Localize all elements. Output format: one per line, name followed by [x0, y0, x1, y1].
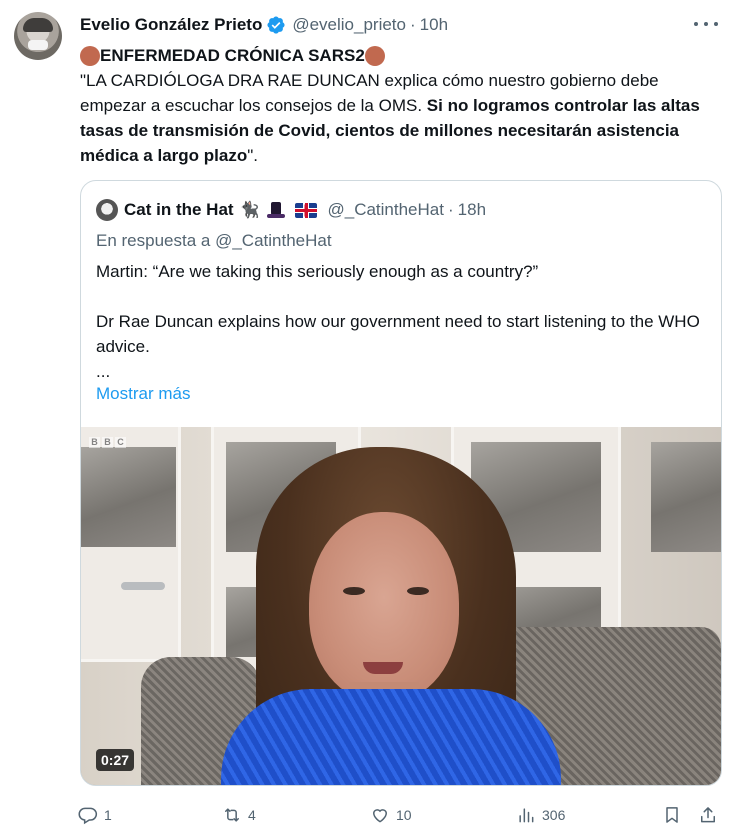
- video-person-mouth: [363, 662, 403, 674]
- video-person-eye: [407, 587, 429, 595]
- heart-icon: [372, 809, 388, 823]
- reply-context[interactable]: En respuesta a @_CatintheHat: [96, 231, 332, 251]
- author-handle[interactable]: @evelio_prieto: [292, 15, 406, 35]
- quoted-tweet[interactable]: Cat in the Hat 🐈‍⬛ @_CatintheHat · 18h E…: [80, 180, 722, 786]
- reply-button[interactable]: 1: [78, 802, 112, 828]
- tweet-header: Evelio González Prieto @evelio_prieto · …: [80, 14, 448, 36]
- watermark-letter: B: [89, 437, 100, 448]
- quoted-header: Cat in the Hat 🐈‍⬛ @_CatintheHat · 18h: [96, 199, 486, 221]
- video-person-eye: [343, 587, 365, 595]
- share-icon: [701, 807, 715, 823]
- tweet[interactable]: Evelio González Prieto @evelio_prieto · …: [0, 0, 732, 838]
- video-duration: 0:27: [96, 749, 135, 771]
- show-more-link[interactable]: Mostrar más: [96, 384, 190, 404]
- author-name[interactable]: Evelio González Prieto: [80, 15, 262, 35]
- bbc-watermark: B B C: [89, 437, 126, 448]
- views-button[interactable]: 306: [516, 802, 565, 828]
- views-count: 306: [542, 807, 566, 823]
- bookmark-button[interactable]: [662, 802, 682, 828]
- reply-icon: [78, 807, 98, 825]
- repost-icon: [225, 808, 239, 822]
- door-handle: [121, 582, 165, 590]
- tweet-body: "LA CARDIÓLOGA DRA RAE DUNCAN explica có…: [80, 68, 710, 168]
- quoted-time[interactable]: 18h: [458, 200, 486, 220]
- tweet-time[interactable]: 10h: [420, 15, 448, 35]
- video-person-shirt: [221, 689, 561, 785]
- watermark-letter: C: [115, 437, 126, 448]
- separator-dot: ·: [409, 15, 416, 34]
- brown-circle-icon: [80, 45, 100, 66]
- like-count: 10: [396, 807, 412, 823]
- avatar-mask: [28, 40, 48, 50]
- watermark-letter: B: [102, 437, 113, 448]
- verified-badge-icon: [267, 16, 285, 34]
- avatar-cap: [23, 18, 53, 32]
- bookmark-icon: [666, 807, 678, 823]
- black-cat-icon: 🐈‍⬛: [239, 202, 260, 219]
- video-window: [651, 442, 721, 552]
- author-avatar[interactable]: [14, 12, 62, 60]
- like-button[interactable]: 10: [370, 802, 412, 828]
- video-window: [81, 447, 176, 547]
- quoted-handle[interactable]: @_CatintheHat: [327, 200, 444, 220]
- quoted-text: Martin: “Are we taking this seriously en…: [96, 259, 706, 384]
- tweet-headline: ENFERMEDAD CRÓNICA SARS2: [80, 43, 710, 68]
- reply-count: 1: [104, 807, 112, 823]
- headline-text: ENFERMEDAD CRÓNICA SARS2: [100, 46, 365, 65]
- brown-circle-icon: [364, 45, 385, 66]
- repost-count: 4: [248, 807, 256, 823]
- quoted-author-name[interactable]: Cat in the Hat: [124, 200, 234, 220]
- uk-flag-icon: [295, 202, 318, 218]
- share-button[interactable]: [698, 802, 718, 828]
- quoted-avatar[interactable]: [96, 199, 118, 221]
- body-end: ".: [247, 146, 258, 165]
- more-options-icon[interactable]: [694, 14, 718, 34]
- action-bar: 1 4 10 306: [78, 800, 722, 830]
- video-player[interactable]: B B C 0:27: [81, 427, 721, 785]
- views-chart-icon: [519, 808, 534, 823]
- tweet-text: ENFERMEDAD CRÓNICA SARS2 "LA CARDIÓLOGA …: [80, 43, 710, 168]
- quoted-paragraph: Martin: “Are we taking this seriously en…: [96, 262, 539, 281]
- top-hat-icon: [267, 201, 286, 219]
- quoted-ellipsis: ...: [96, 362, 111, 381]
- repost-button[interactable]: 4: [222, 802, 256, 828]
- quoted-paragraph: Dr Rae Duncan explains how our governmen…: [96, 312, 700, 356]
- separator-dot: ·: [447, 200, 454, 219]
